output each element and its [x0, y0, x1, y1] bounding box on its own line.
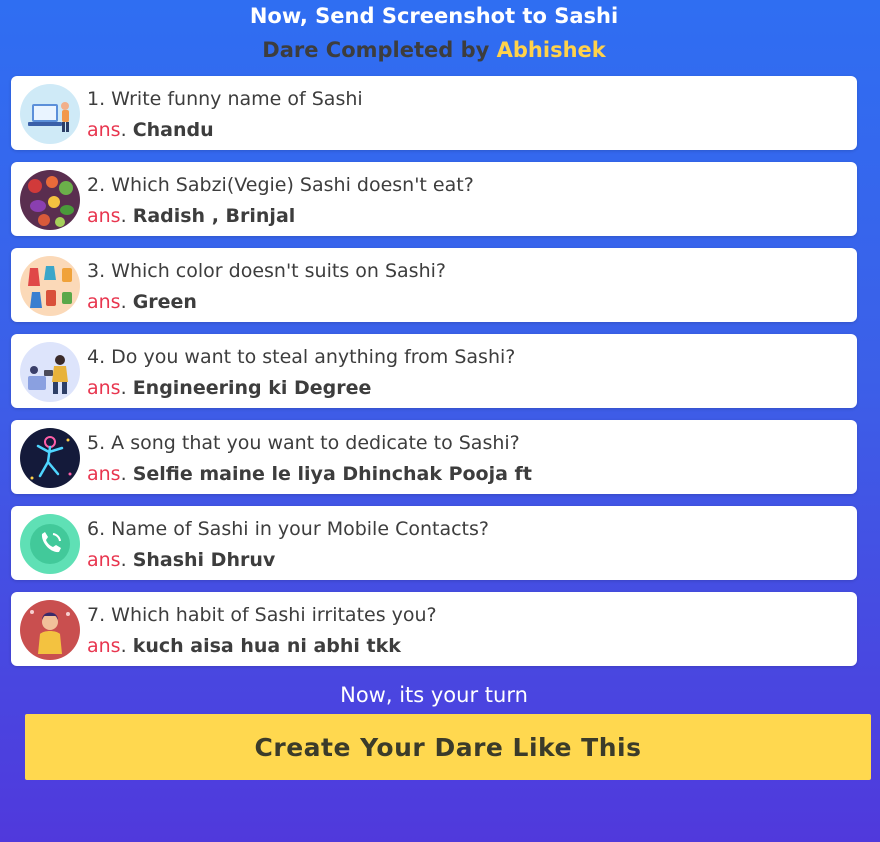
answer-line: ans. Selfie maine le liya Dhinchak Pooja… — [87, 463, 532, 485]
answer-label: ans — [87, 291, 121, 313]
answer-label: ans — [87, 549, 121, 571]
thief-icon — [20, 342, 80, 402]
question-card-5: 5. A song that you want to dedicate to S… — [11, 420, 857, 494]
answer-text: Green — [132, 291, 197, 313]
answer-text: Engineering ki Degree — [132, 377, 372, 399]
answer-label: ans — [87, 463, 121, 485]
phone-icon — [20, 514, 80, 574]
completed-by-label: Dare Completed by — [262, 38, 490, 62]
clothes-icon — [20, 256, 80, 316]
question-card-4: 4. Do you want to steal anything from Sa… — [11, 334, 857, 408]
your-turn-text: Now, its your turn — [340, 683, 528, 707]
question-card-3: 3. Which color doesn't suits on Sashi? a… — [11, 248, 857, 322]
answer-text: Radish , Brinjal — [132, 205, 296, 227]
question-text: 2. Which Sabzi(Vegie) Sashi doesn't eat? — [87, 174, 474, 196]
question-card-1: 1. Write funny name of Sashi ans. Chandu — [11, 76, 857, 150]
question-text: 7. Which habit of Sashi irritates you? — [87, 604, 437, 626]
answer-text: kuch aisa hua ni abhi tkk — [132, 635, 401, 657]
answer-label: ans — [87, 205, 121, 227]
question-text: 6. Name of Sashi in your Mobile Contacts… — [87, 518, 489, 540]
answer-label: ans — [87, 635, 121, 657]
laptop-person-icon — [20, 84, 80, 144]
answer-line: ans. kuch aisa hua ni abhi tkk — [87, 635, 401, 657]
question-text: 5. A song that you want to dedicate to S… — [87, 432, 520, 454]
answer-line: ans. Engineering ki Degree — [87, 377, 372, 399]
completed-by: Dare Completed by Abhishek — [0, 38, 868, 62]
question-card-6: 6. Name of Sashi in your Mobile Contacts… — [11, 506, 857, 580]
completed-by-name: Abhishek — [496, 38, 606, 62]
irritated-person-icon — [20, 600, 80, 660]
create-dare-button[interactable]: Create Your Dare Like This — [25, 714, 871, 780]
question-text: 4. Do you want to steal anything from Sa… — [87, 346, 516, 368]
answer-line: ans. Shashi Dhruv — [87, 549, 276, 571]
dancer-icon — [20, 428, 80, 488]
answer-text: Chandu — [132, 119, 214, 141]
answer-text: Shashi Dhruv — [132, 549, 276, 571]
answer-label: ans — [87, 377, 121, 399]
vegetables-icon — [20, 170, 80, 230]
answer-text: Selfie maine le liya Dhinchak Pooja ft — [132, 463, 532, 485]
question-card-7: 7. Which habit of Sashi irritates you? a… — [11, 592, 857, 666]
page-title: Now, Send Screenshot to Sashi — [249, 4, 619, 28]
question-text: 1. Write funny name of Sashi — [87, 88, 363, 110]
answer-line: ans. Radish , Brinjal — [87, 205, 296, 227]
answer-line: ans. Green — [87, 291, 197, 313]
question-text: 3. Which color doesn't suits on Sashi? — [87, 260, 446, 282]
answer-label: ans — [87, 119, 121, 141]
answer-line: ans. Chandu — [87, 119, 214, 141]
question-card-2: 2. Which Sabzi(Vegie) Sashi doesn't eat?… — [11, 162, 857, 236]
